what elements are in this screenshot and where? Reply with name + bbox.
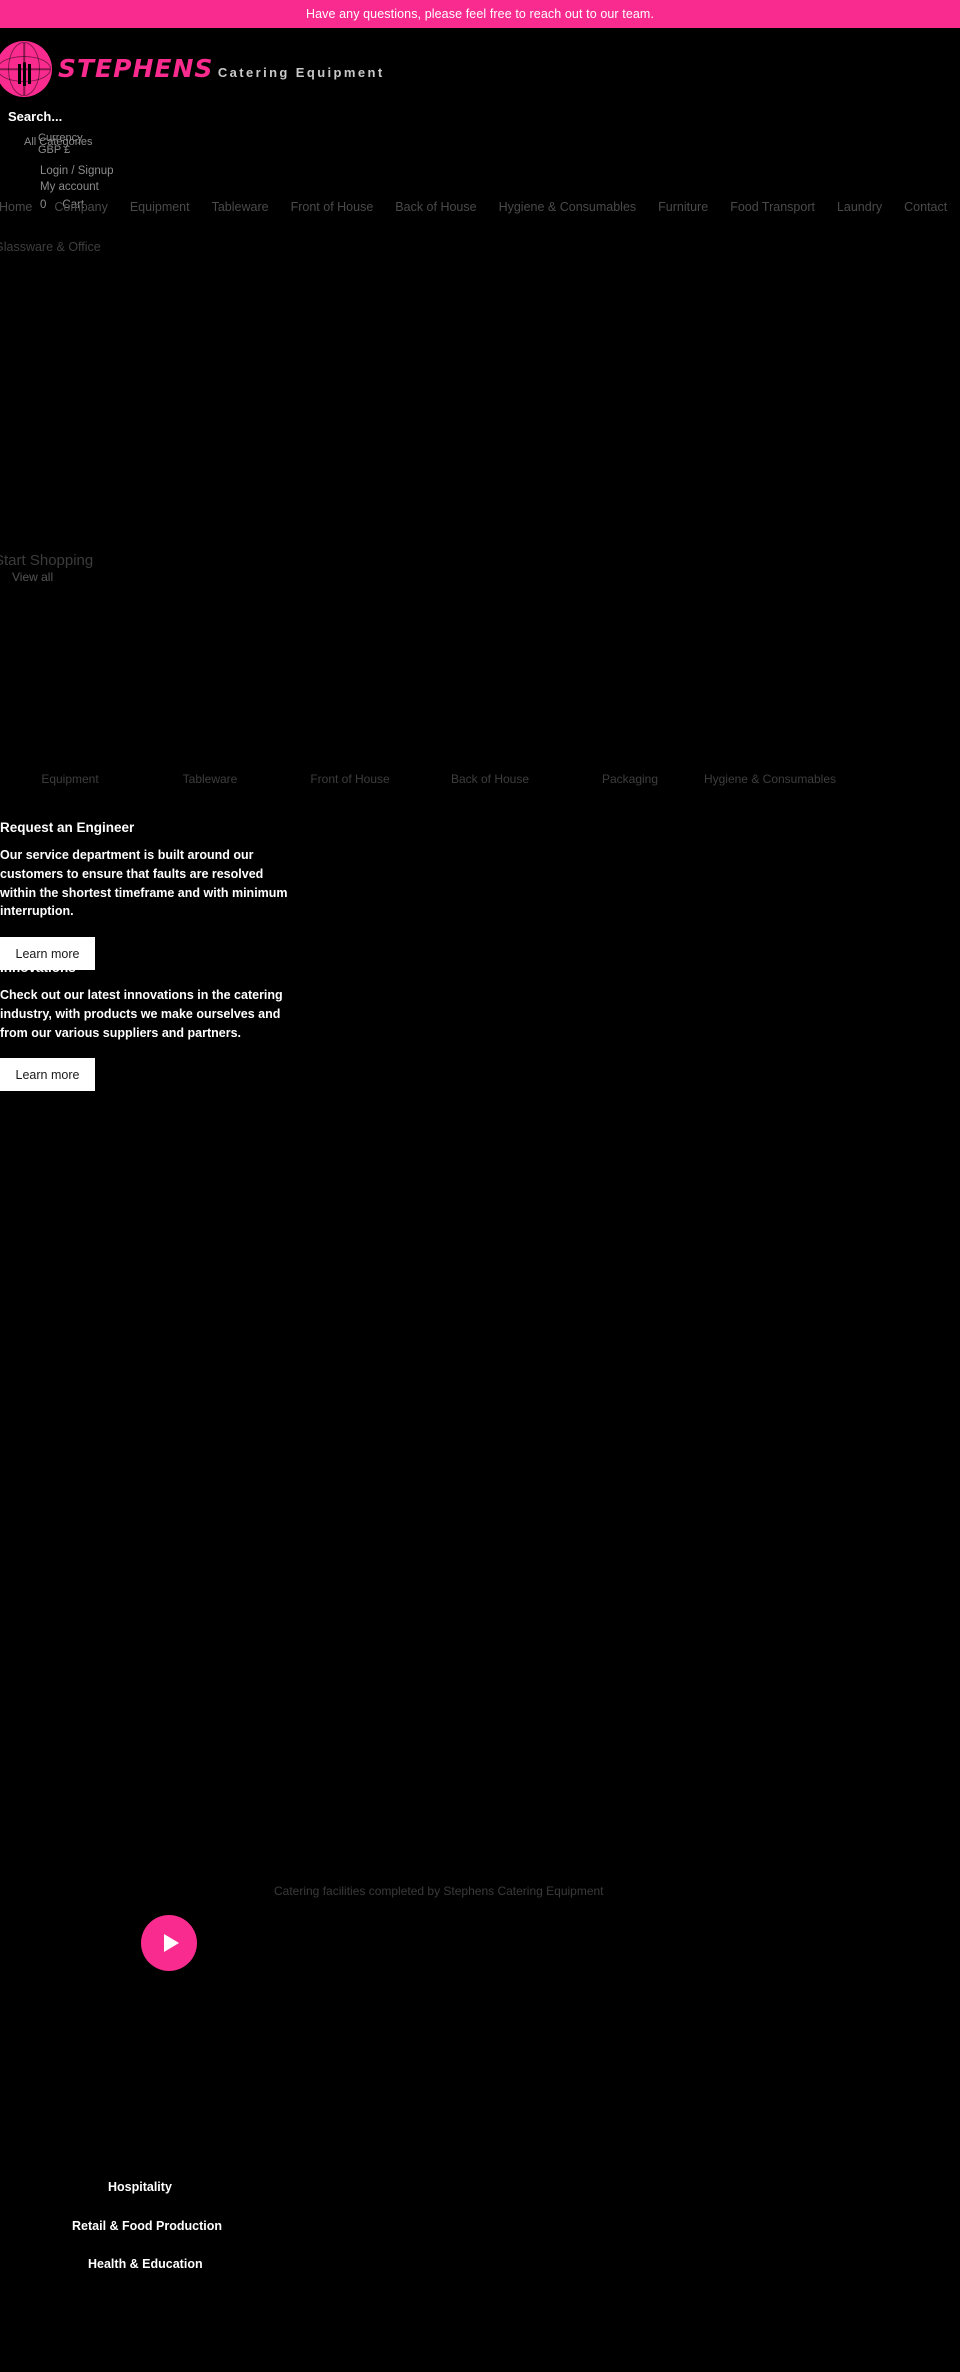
nav-item-home[interactable]: Home <box>0 200 43 214</box>
currency-label: Currency <box>38 132 83 144</box>
play-icon[interactable] <box>141 1915 197 1971</box>
category-front-of-house[interactable]: Front of House <box>280 772 420 786</box>
brand-logo[interactable]: STEPHENS Catering Equipment <box>0 38 385 100</box>
cutlery-icon <box>16 61 32 87</box>
sector-hospitality[interactable]: Hospitality <box>108 2180 172 2194</box>
hero-banner <box>0 242 960 542</box>
globe-icon <box>0 41 52 97</box>
login-signup-link[interactable]: Login / Signup <box>40 165 114 177</box>
video-section: Catering facilities completed by Stephen… <box>0 1872 960 2172</box>
search-input[interactable]: Search... <box>8 109 62 124</box>
nav-item-front-of-house[interactable]: Front of House <box>280 200 385 214</box>
nav-item-glassware-office[interactable]: Glassware & Office <box>0 240 101 254</box>
nav-item-furniture[interactable]: Furniture <box>647 200 719 214</box>
sectors-section: Hospitality Retail & Food Production Hea… <box>0 2172 960 2372</box>
category-hygiene-consumables[interactable]: Hygiene & Consumables <box>700 772 840 786</box>
nav-item-equipment[interactable]: Equipment <box>119 200 201 214</box>
start-shopping-title: Start Shopping <box>0 552 94 569</box>
brand-name: STEPHENS <box>58 54 214 83</box>
learn-more-button-innovations[interactable]: Learn more <box>0 1058 95 1092</box>
nav-item-back-of-house[interactable]: Back of House <box>384 200 487 214</box>
category-packaging[interactable]: Packaging <box>560 772 700 786</box>
nav-item-company[interactable]: Company <box>43 200 119 214</box>
nav-item-contact[interactable]: Contact <box>893 200 958 214</box>
brand-tagline: Catering Equipment <box>217 65 385 80</box>
nav-item-hygiene-consumables[interactable]: Hygiene & Consumables <box>488 200 648 214</box>
site-header: STEPHENS Catering Equipment Search... Al… <box>0 28 960 211</box>
nav-item-food-transport[interactable]: Food Transport <box>719 200 826 214</box>
nav-item-tableware[interactable]: Tableware <box>201 200 280 214</box>
category-back-of-house[interactable]: Back of House <box>420 772 560 786</box>
currency-selector[interactable]: GBP £ <box>38 144 70 156</box>
announcement-bar: Have any questions, please feel free to … <box>0 0 960 28</box>
category-row: Equipment Tableware Front of House Back … <box>0 772 960 786</box>
video-caption: Catering facilities completed by Stephen… <box>274 1884 604 1898</box>
category-strip: Equipment Tableware Front of House Back … <box>0 702 960 822</box>
nav-list: Home Company Equipment Tableware Front o… <box>0 200 958 214</box>
main-navigation: Home Company Equipment Tableware Front o… <box>0 190 960 254</box>
service-title: Request an Engineer <box>0 820 135 835</box>
nav-item-laundry[interactable]: Laundry <box>826 200 893 214</box>
view-all-link[interactable]: View all <box>12 570 53 584</box>
category-tableware[interactable]: Tableware <box>140 772 280 786</box>
category-equipment[interactable]: Equipment <box>0 772 140 786</box>
sector-health-education[interactable]: Health & Education <box>88 2257 203 2271</box>
start-shopping-section: Start Shopping View all <box>0 542 960 702</box>
announcement-text: Have any questions, please feel free to … <box>305 7 655 21</box>
sector-retail-food-production[interactable]: Retail & Food Production <box>72 2219 222 2233</box>
service-block-engineer: Request an Engineer Our service departme… <box>0 820 300 970</box>
service-title: Innovations <box>0 960 76 975</box>
service-description: Check out our latest innovations in the … <box>0 988 283 1040</box>
service-description: Our service department is built around o… <box>0 848 288 919</box>
service-block-innovations: Innovations Check out our latest innovat… <box>0 960 300 1092</box>
